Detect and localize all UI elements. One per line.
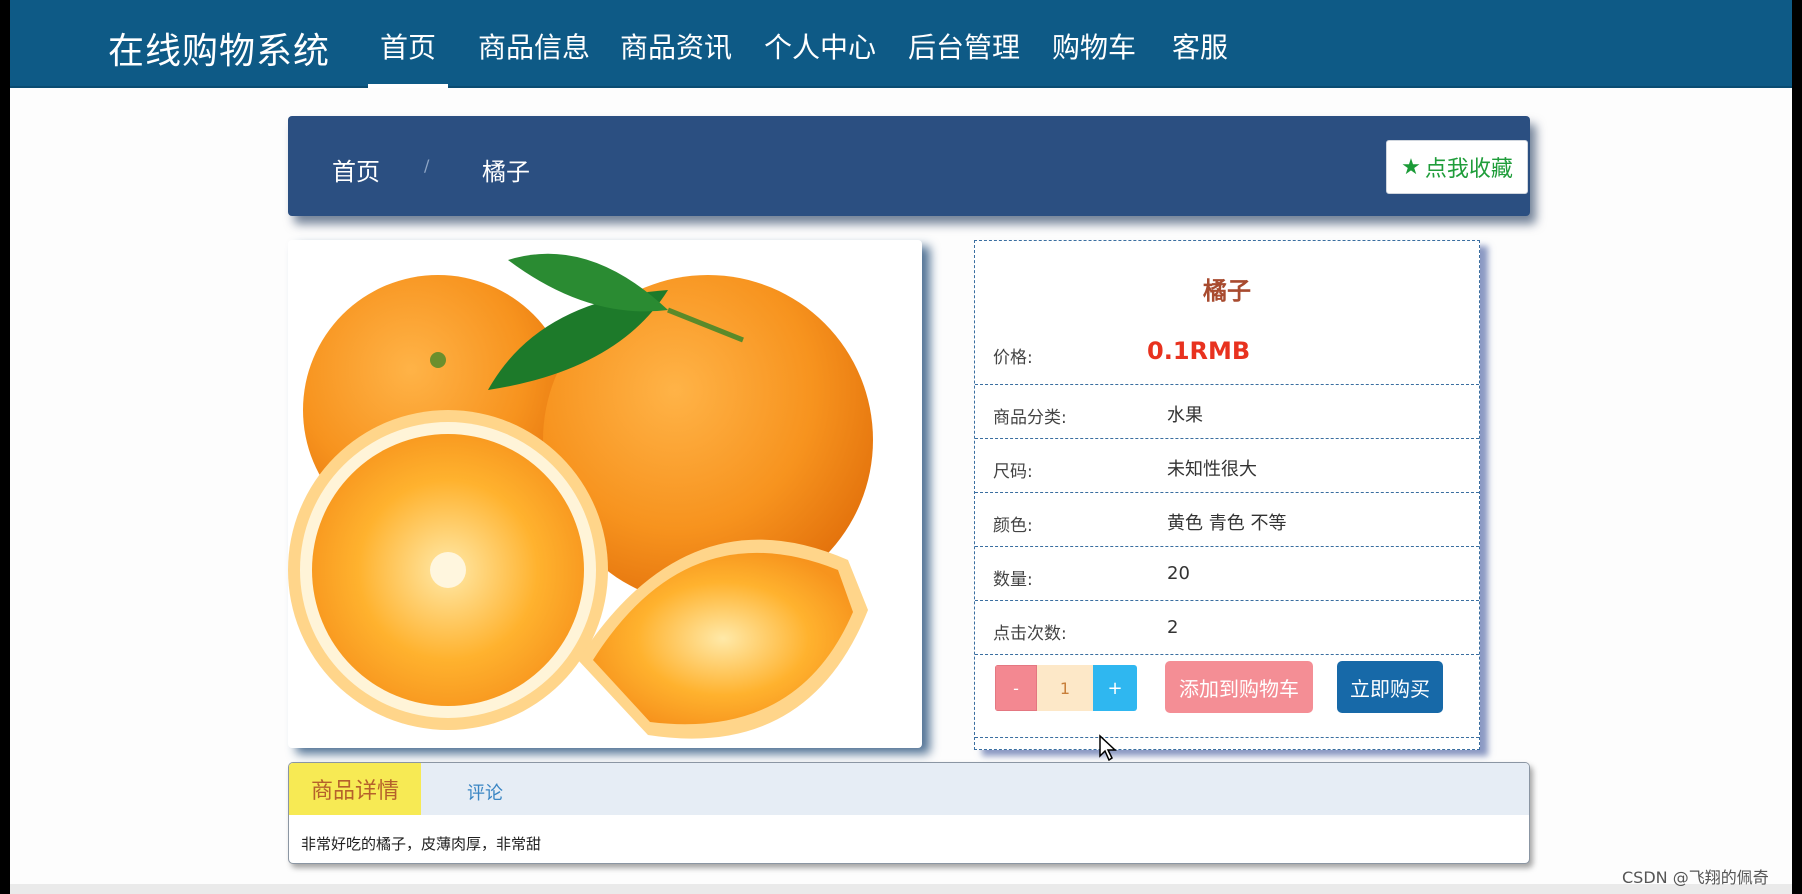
quantity-stepper: - 1 + [995, 665, 1137, 711]
field-row-clicks: 点击次数: 2 [975, 601, 1479, 655]
field-row-category: 商品分类: 水果 [975, 385, 1479, 439]
buy-now-button[interactable]: 立即购买 [1337, 661, 1443, 713]
favorite-button[interactable]: ★ 点我收藏 [1386, 140, 1528, 194]
favorite-label: 点我收藏 [1424, 157, 1513, 182]
field-row-quantity: 数量: 20 [975, 547, 1479, 601]
breadcrumb: 首页 / 橘子 ★ 点我收藏 [288, 116, 1530, 216]
bottom-scroll-area [10, 884, 1792, 894]
nav-item-admin[interactable]: 后台管理 [908, 26, 1020, 66]
nav-item-cart[interactable]: 购物车 [1052, 26, 1136, 66]
tab-comments[interactable]: 评论 [467, 779, 503, 805]
tab-content-text: 非常好吃的橘子，皮薄肉厚，非常甜 [301, 835, 542, 853]
field-value: 20 [1167, 563, 1190, 584]
field-label: 尺码: [993, 462, 1033, 482]
field-label: 数量: [993, 570, 1033, 590]
nav-item-home[interactable]: 首页 [367, 26, 449, 88]
price-label: 价格: [993, 348, 1033, 368]
decrement-button[interactable]: - [995, 665, 1037, 711]
breadcrumb-current: 橘子 [482, 158, 530, 186]
price-value: 0.1RMB [1147, 337, 1251, 365]
nav-item-product-info[interactable]: 商品信息 [478, 26, 590, 66]
field-label: 点击次数: [993, 624, 1067, 644]
breadcrumb-home[interactable]: 首页 [332, 152, 380, 187]
field-value: 2 [1167, 617, 1179, 638]
site-brand[interactable]: 在线购物系统 [108, 22, 330, 74]
product-name: 橘子 [1203, 277, 1251, 305]
nav-item-customer-service[interactable]: 客服 [1172, 26, 1228, 66]
nav-item-personal-center[interactable]: 个人中心 [764, 26, 876, 66]
divider [975, 737, 1479, 738]
watermark: CSDN @飞翔的佩奇 [1622, 868, 1769, 887]
field-row-color: 颜色: 黄色 青色 不等 [975, 493, 1479, 547]
star-icon: ★ [1401, 154, 1421, 180]
field-row-size: 尺码: 未知性很大 [975, 439, 1479, 493]
field-value: 水果 [1167, 405, 1203, 426]
product-image [288, 240, 922, 748]
product-info-panel: 橘子 价格: 0.1RMB 商品分类: 水果 尺码: 未知性很大 颜色: 黄色 … [974, 240, 1480, 750]
browser-viewport: 在线购物系统 首页 商品信息 商品资讯 个人中心 后台管理 购物车 客服 首页 … [10, 0, 1792, 894]
orange-image [288, 253, 873, 739]
increment-button[interactable]: + [1093, 665, 1137, 711]
quantity-input[interactable]: 1 [1037, 665, 1093, 711]
field-value: 未知性很大 [1167, 459, 1257, 480]
nav-item-product-news[interactable]: 商品资讯 [620, 26, 732, 66]
field-label: 颜色: [993, 516, 1033, 536]
field-value: 黄色 青色 不等 [1167, 513, 1287, 534]
add-to-cart-button[interactable]: 添加到购物车 [1165, 661, 1313, 713]
field-label: 商品分类: [993, 408, 1067, 428]
tab-product-details[interactable]: 商品详情 [289, 763, 421, 815]
product-tabs: 商品详情 评论 非常好吃的橘子，皮薄肉厚，非常甜 [288, 762, 1530, 864]
mouse-cursor-icon [1099, 734, 1117, 762]
breadcrumb-separator: / [424, 156, 430, 175]
top-navbar: 在线购物系统 首页 商品信息 商品资讯 个人中心 后台管理 购物车 客服 [10, 0, 1792, 88]
